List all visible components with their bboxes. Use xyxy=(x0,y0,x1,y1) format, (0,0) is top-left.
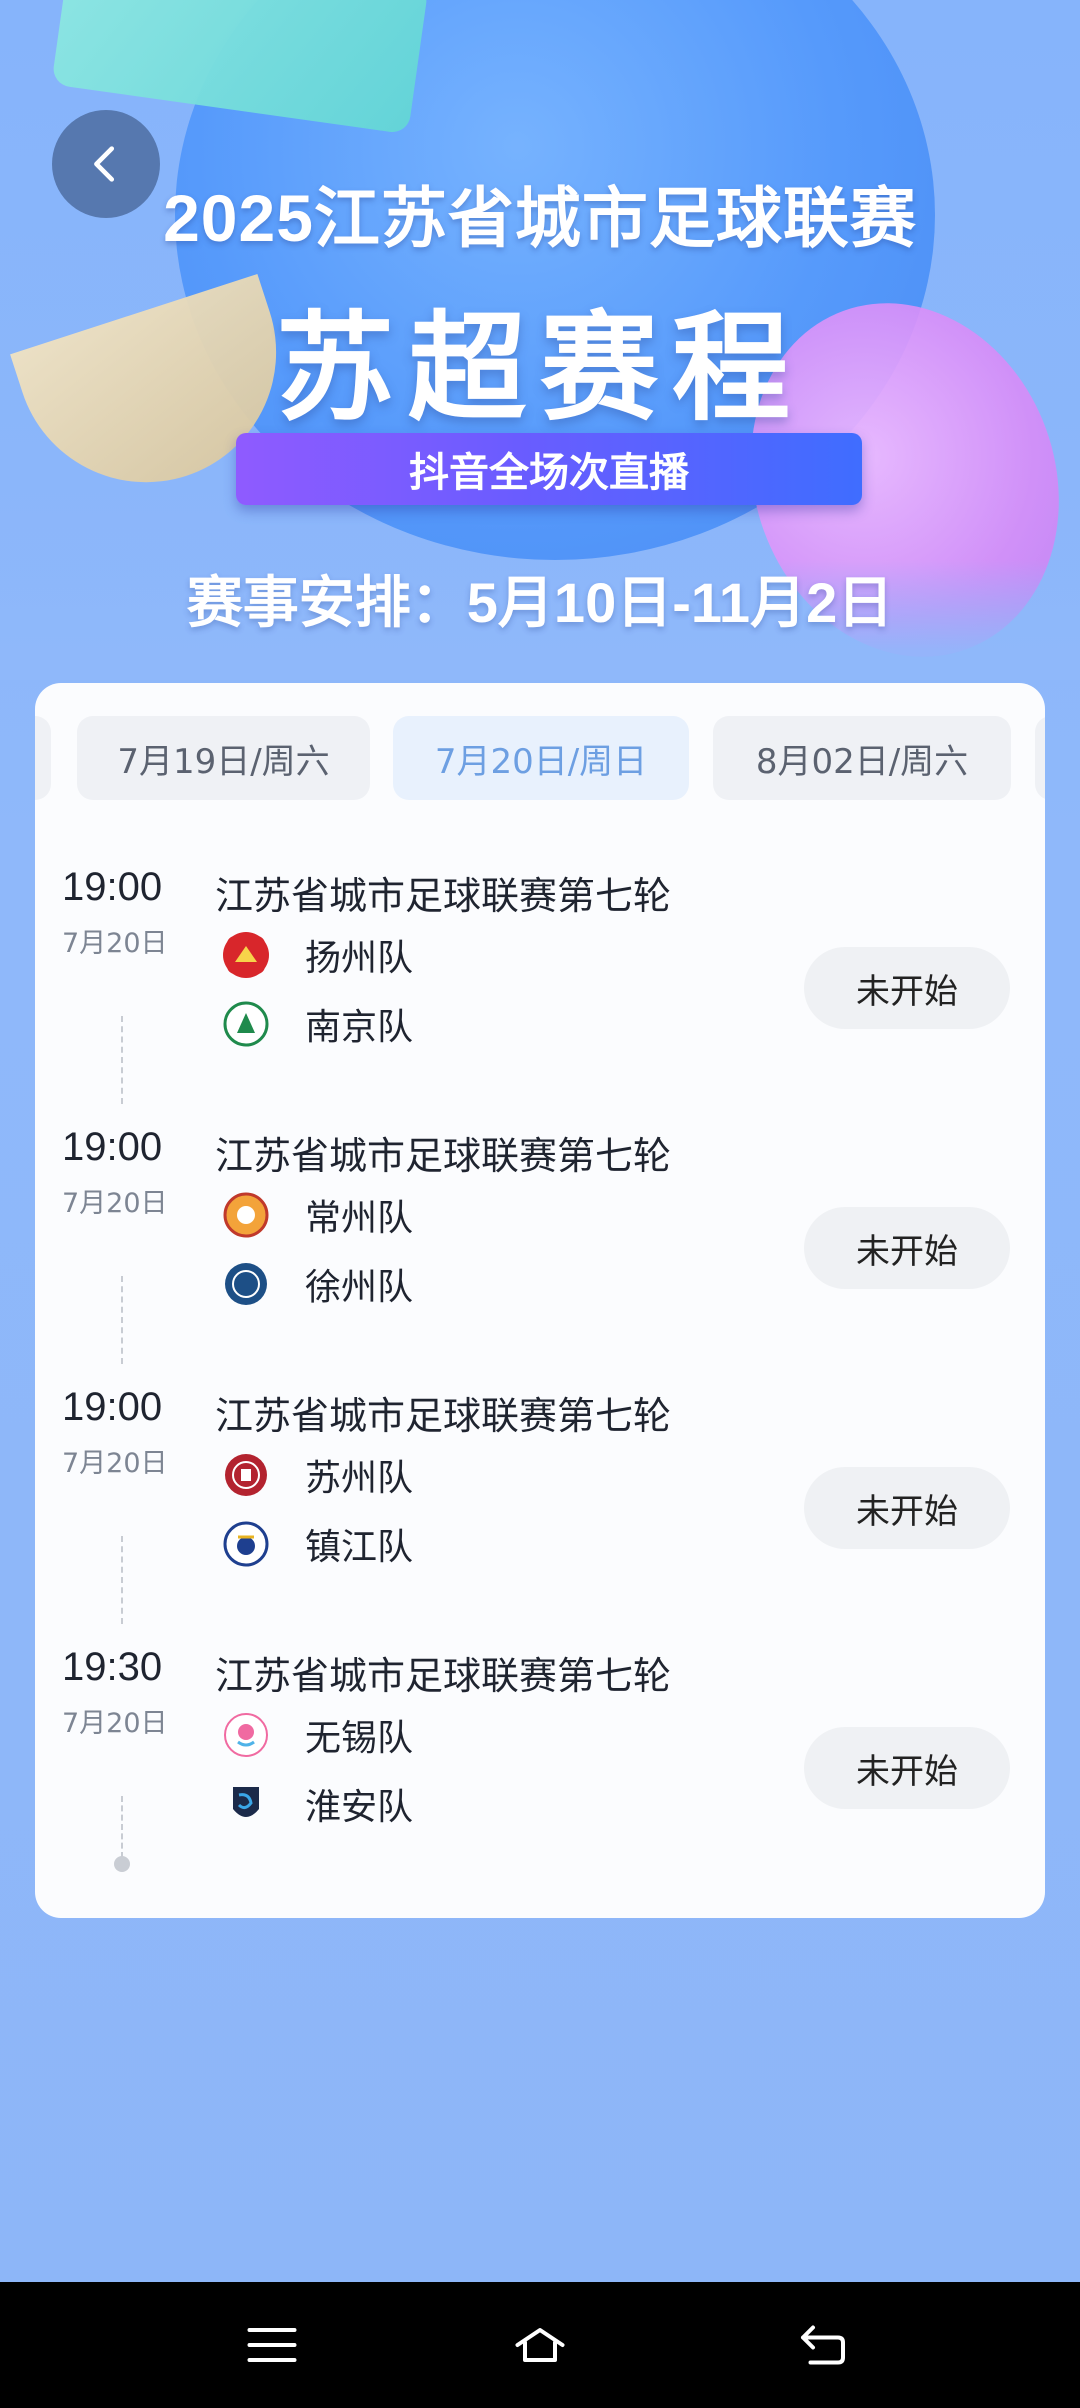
schedule-card: 7月19日/周六 7月20日/周日 8月02日/周六 19:00 7月20日 江… xyxy=(35,683,1045,1918)
match-item[interactable]: 19:30 7月20日 江苏省城市足球联赛第七轮 无锡队 淮安队 未开始 xyxy=(35,1645,1045,1905)
match-title: 江苏省城市足球联赛第七轮 xyxy=(215,1134,672,1178)
away-team: 南京队 xyxy=(223,999,413,1049)
live-badge[interactable]: 抖音全场次直播 xyxy=(236,433,862,505)
match-time: 19:00 xyxy=(62,1385,163,1429)
status-button[interactable]: 未开始 xyxy=(804,1727,1010,1809)
match-title: 江苏省城市足球联赛第七轮 xyxy=(215,1654,672,1698)
league-title: 2025江苏省城市足球联赛 xyxy=(163,181,917,255)
status-button[interactable]: 未开始 xyxy=(804,1207,1010,1289)
nanjing-logo-icon xyxy=(223,1001,269,1047)
zhenjiang-logo-icon xyxy=(223,1521,269,1567)
timeline-end-dot xyxy=(114,1856,130,1872)
nav-back-button[interactable] xyxy=(783,2312,863,2378)
date-tab-partial-right[interactable] xyxy=(1035,716,1045,800)
match-title: 江苏省城市足球联赛第七轮 xyxy=(215,1394,672,1438)
team-name: 常州队 xyxy=(305,1198,414,1239)
huaian-logo-icon xyxy=(223,1781,269,1827)
away-team: 镇江队 xyxy=(223,1519,413,1569)
home-team: 常州队 xyxy=(223,1190,413,1240)
nav-menu-button[interactable] xyxy=(232,2312,312,2378)
system-nav-bar xyxy=(0,2282,1080,2408)
team-name: 淮安队 xyxy=(305,1787,414,1828)
timeline-connector xyxy=(121,1016,123,1104)
back-arrow-icon xyxy=(801,2325,845,2365)
home-icon xyxy=(515,2328,565,2362)
match-item[interactable]: 19:00 7月20日 江苏省城市足球联赛第七轮 苏州队 镇江队 未开始 xyxy=(35,1385,1045,1645)
match-title: 江苏省城市足球联赛第七轮 xyxy=(215,874,672,918)
timeline-connector xyxy=(121,1536,123,1624)
date-tab-partial-left[interactable] xyxy=(35,716,51,800)
suzhou-logo-icon xyxy=(223,1452,269,1498)
xuzhou-logo-icon xyxy=(223,1261,269,1307)
match-date: 7月20日 xyxy=(62,1448,168,1479)
team-name: 无锡队 xyxy=(305,1718,414,1759)
date-tab[interactable]: 7月19日/周六 xyxy=(77,716,370,800)
timeline-connector xyxy=(121,1276,123,1364)
team-name: 徐州队 xyxy=(305,1267,414,1308)
match-date: 7月20日 xyxy=(62,1708,168,1739)
match-item[interactable]: 19:00 7月20日 江苏省城市足球联赛第七轮 扬州队 南京队 未开始 xyxy=(35,865,1045,1125)
home-team: 扬州队 xyxy=(223,930,413,980)
home-team: 苏州队 xyxy=(223,1450,413,1500)
yangzhou-logo-icon xyxy=(223,932,269,978)
nav-home-button[interactable] xyxy=(500,2312,580,2378)
wuxi-logo-icon xyxy=(223,1712,269,1758)
menu-icon xyxy=(247,2328,297,2362)
match-item[interactable]: 19:00 7月20日 江苏省城市足球联赛第七轮 常州队 徐州队 未开始 xyxy=(35,1125,1045,1385)
team-name: 苏州队 xyxy=(305,1458,414,1499)
away-team: 徐州队 xyxy=(223,1259,413,1309)
page-title: 苏超赛程 xyxy=(275,303,804,435)
date-tab[interactable]: 8月02日/周六 xyxy=(713,716,1011,800)
match-date: 7月20日 xyxy=(62,928,168,959)
match-time: 19:30 xyxy=(62,1645,163,1689)
match-time: 19:00 xyxy=(62,865,163,909)
date-tab-active[interactable]: 7月20日/周日 xyxy=(393,716,689,800)
status-button[interactable]: 未开始 xyxy=(804,947,1010,1029)
schedule-range: 赛事安排：5月10日-11月2日 xyxy=(186,571,894,634)
team-name: 扬州队 xyxy=(305,938,414,979)
match-date: 7月20日 xyxy=(62,1188,168,1219)
changzhou-logo-icon xyxy=(223,1192,269,1238)
chevron-left-icon xyxy=(94,146,115,182)
team-name: 南京队 xyxy=(305,1007,414,1048)
match-time: 19:00 xyxy=(62,1125,163,1169)
date-tabs: 7月19日/周六 7月20日/周日 8月02日/周六 xyxy=(35,716,1045,800)
back-button[interactable] xyxy=(52,110,160,218)
team-name: 镇江队 xyxy=(305,1527,414,1568)
status-button[interactable]: 未开始 xyxy=(804,1467,1010,1549)
away-team: 淮安队 xyxy=(223,1779,413,1829)
timeline-connector xyxy=(121,1796,123,1858)
home-team: 无锡队 xyxy=(223,1710,413,1760)
hero-banner: 2025江苏省城市足球联赛 苏超赛程 抖音全场次直播 赛事安排：5月10日-11… xyxy=(0,0,1080,680)
